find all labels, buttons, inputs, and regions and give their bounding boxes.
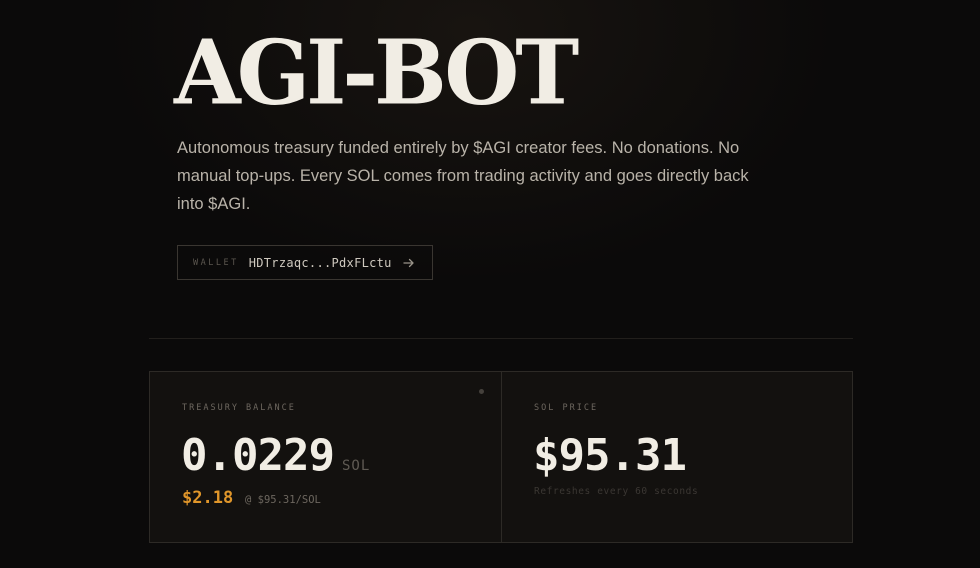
- treasury-balance-unit: SOL: [342, 458, 371, 474]
- wallet-button[interactable]: WALLET HDTrzaqc...PdxFLctu: [177, 245, 433, 280]
- hero-title: AGI-BOT: [174, 21, 579, 126]
- wallet-label: WALLET: [193, 257, 239, 268]
- treasury-balance-card: TREASURY BALANCE 0.0229 SOL $2.18 @ $95.…: [150, 372, 501, 542]
- wallet-address: HDTrzaqc...PdxFLctu: [248, 255, 392, 270]
- treasury-usd-value: $2.18: [182, 488, 234, 508]
- sol-price-card: SOL PRICE $95.31 Refreshes every 60 seco…: [501, 372, 852, 542]
- page: AGI-BOT Autonomous treasury funded entir…: [0, 0, 980, 568]
- refresh-note: Refreshes every 60 seconds: [534, 486, 699, 497]
- treasury-balance-value: 0.0229: [181, 430, 335, 481]
- arrow-right-icon: [402, 256, 416, 270]
- stats-panel: TREASURY BALANCE 0.0229 SOL $2.18 @ $95.…: [149, 371, 853, 543]
- treasury-balance-label: TREASURY BALANCE: [182, 403, 296, 413]
- section-divider: [149, 338, 853, 339]
- treasury-conversion-rate: @ $95.31/SOL: [245, 494, 321, 506]
- status-dot-icon: [479, 389, 484, 394]
- sol-price-label: SOL PRICE: [534, 403, 599, 413]
- hero-description: Autonomous treasury funded entirely by $…: [177, 139, 749, 213]
- sol-price-value: $95.31: [533, 430, 687, 481]
